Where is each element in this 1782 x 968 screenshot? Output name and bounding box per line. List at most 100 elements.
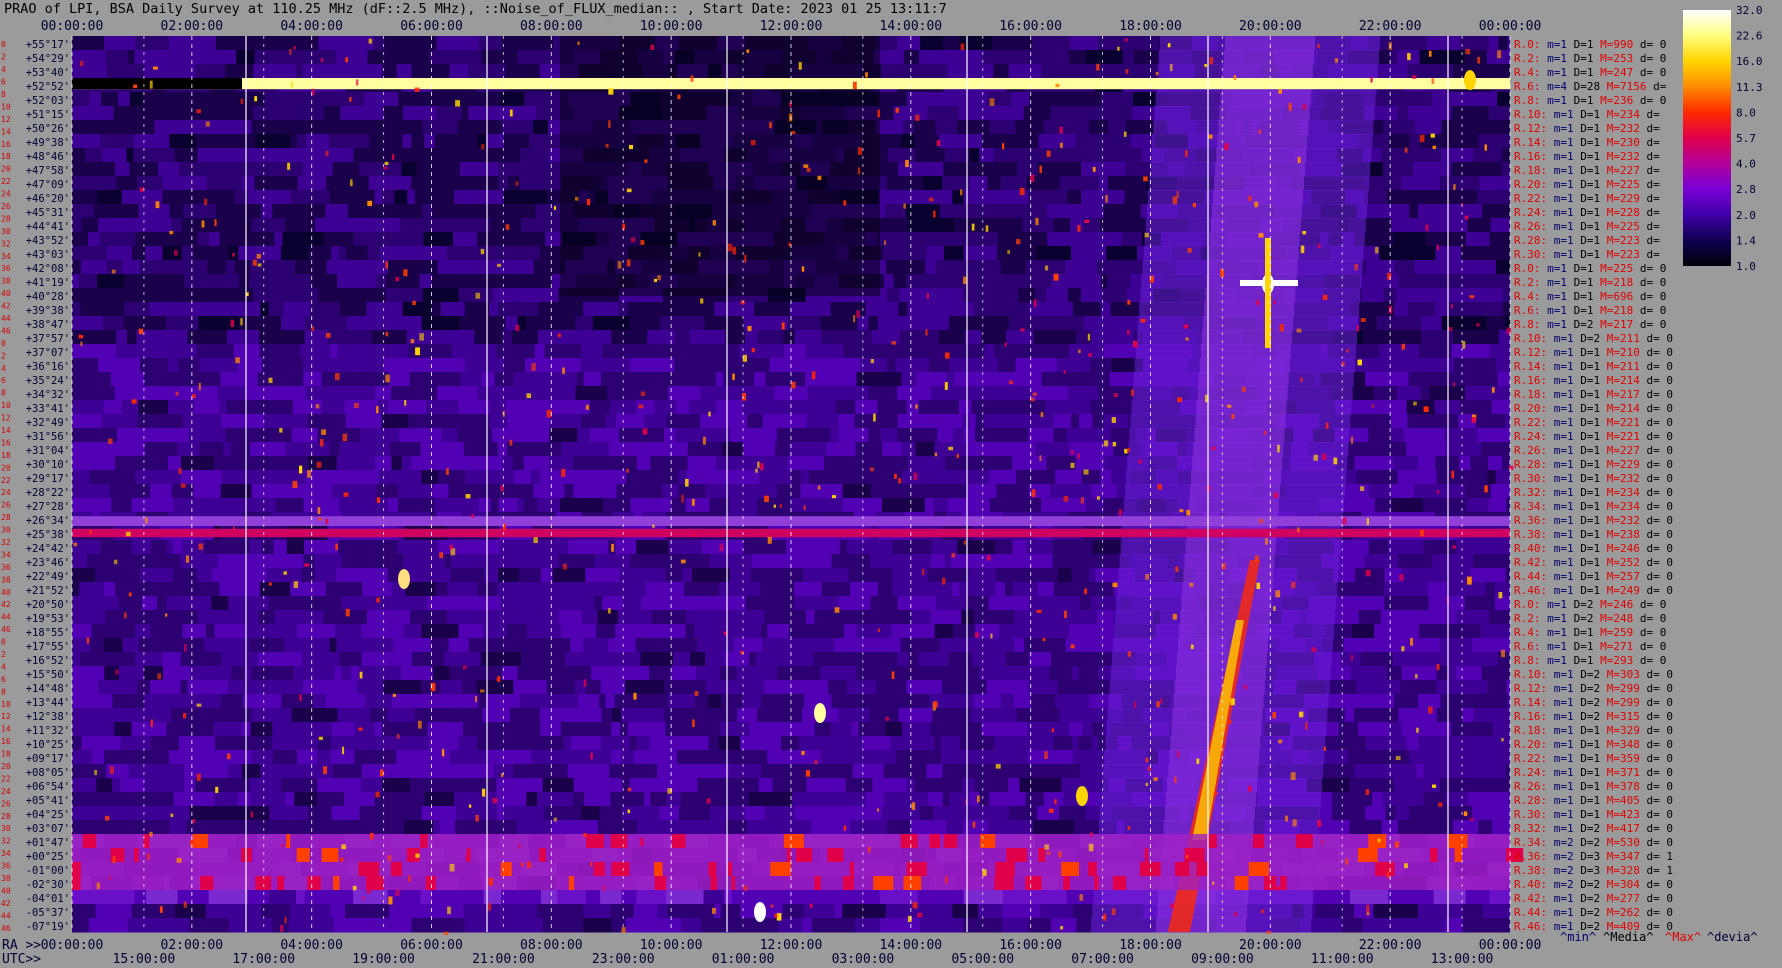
heatmap-cell <box>1025 792 1044 807</box>
stats-row: R.24: m=1 D=1 M=228 d= <box>1514 206 1660 219</box>
heatmap-cell <box>596 624 616 639</box>
stats-row: R.44: m=1 D=1 M=257 d= 0 <box>1514 570 1673 583</box>
heatmap-cell <box>235 428 245 443</box>
point-source <box>80 341 83 347</box>
point-source <box>404 400 407 406</box>
heatmap-cell <box>910 64 948 79</box>
milky-way-core <box>1188 498 1279 513</box>
stats-row: R.8: m=1 D=1 M=236 d= 0 <box>1514 94 1666 107</box>
point-source <box>350 179 353 187</box>
heatmap-cell <box>505 400 550 415</box>
point-source <box>843 200 847 206</box>
point-source <box>465 853 469 862</box>
point-source <box>611 543 614 552</box>
heatmap-cell <box>838 428 869 443</box>
heatmap-cell <box>1453 820 1479 835</box>
point-source <box>533 537 538 544</box>
point-source <box>1079 894 1084 901</box>
heatmap-cell <box>1488 106 1509 121</box>
point-source <box>1273 300 1276 304</box>
equatorial-cell <box>390 862 402 876</box>
heatmap-cell <box>687 456 717 471</box>
heatmap-cell <box>747 414 763 429</box>
beam-index-label: 32 <box>1 538 11 547</box>
point-source <box>1009 380 1013 385</box>
heatmap-cell <box>347 498 365 513</box>
point-source <box>691 532 697 537</box>
heatmap-cell <box>1472 274 1480 289</box>
heatmap-cell <box>1353 344 1380 359</box>
heatmap-cell <box>169 820 186 835</box>
heatmap-cell <box>211 596 229 611</box>
heatmap-cell <box>1006 652 1030 667</box>
heatmap-cell <box>342 554 371 569</box>
heatmap-cell <box>1420 386 1430 401</box>
heatmap-cell <box>1502 456 1510 471</box>
heatmap-cell <box>542 918 584 933</box>
heatmap-cell <box>133 134 170 149</box>
heatmap-cell <box>131 456 168 471</box>
equatorial-cell <box>1175 862 1190 876</box>
heatmap-cell <box>302 680 339 695</box>
heatmap-cell <box>852 470 886 485</box>
heatmap-cell <box>898 92 907 107</box>
point-source <box>1357 359 1362 366</box>
heatmap-cell <box>1001 162 1017 177</box>
heatmap-cell <box>1418 344 1452 359</box>
milky-way-core <box>1215 162 1306 177</box>
heatmap-cell <box>696 666 703 681</box>
heatmap-cell <box>433 820 440 835</box>
point-source <box>760 463 764 471</box>
heatmap-cell <box>601 736 631 751</box>
equatorial-cell <box>1038 848 1046 862</box>
heatmap-cell <box>420 890 433 905</box>
heatmap-cell <box>879 890 903 905</box>
heatmap-cell <box>1391 484 1415 499</box>
heatmap-cell <box>426 400 459 415</box>
heatmap-cell <box>903 120 914 135</box>
heatmap-cell <box>673 722 708 737</box>
heatmap-cell <box>915 778 955 793</box>
point-source <box>617 261 622 269</box>
heatmap-cell <box>742 400 753 415</box>
heatmap-cell <box>362 582 379 597</box>
point-source <box>1498 592 1503 599</box>
equatorial-cell <box>710 876 717 890</box>
heatmap-cell <box>72 302 81 317</box>
declination-label: +09°17' <box>26 753 70 765</box>
declination-label: +43°03' <box>26 249 70 261</box>
heatmap-cell <box>914 134 939 149</box>
heatmap-cell <box>1070 218 1083 233</box>
heatmap-cell <box>848 568 893 583</box>
heatmap-cell <box>710 344 739 359</box>
bright-source <box>1464 70 1476 90</box>
milky-way-core <box>1210 218 1301 233</box>
heatmap-cell <box>1107 274 1131 289</box>
point-source <box>125 531 131 537</box>
heatmap-cell <box>186 498 201 513</box>
heatmap-cell <box>183 204 216 219</box>
heatmap-cell <box>1012 498 1041 513</box>
heatmap-cell <box>72 722 91 737</box>
equatorial-cell <box>654 862 663 876</box>
heatmap-cell <box>886 358 896 373</box>
heatmap-cell <box>196 134 224 149</box>
heatmap-cell <box>184 764 228 779</box>
heatmap-cell <box>320 64 356 79</box>
heatmap-cell <box>97 274 125 289</box>
point-source <box>700 298 704 304</box>
point-source <box>1031 489 1036 497</box>
heatmap-cell <box>615 456 637 471</box>
stats-row: R.8: m=1 D=1 M=293 d= 0 <box>1514 654 1666 667</box>
heatmap-cell <box>927 232 967 247</box>
heatmap-cell <box>1041 372 1050 387</box>
heatmap-cell <box>112 778 121 793</box>
point-source <box>392 154 395 160</box>
heatmap-cell <box>885 904 911 919</box>
heatmap-cell <box>597 582 613 597</box>
heatmap-cell <box>1086 232 1123 247</box>
heatmap-cell <box>1453 330 1499 345</box>
heatmap-cell <box>529 638 571 653</box>
heatmap-cell <box>915 442 935 457</box>
point-source <box>1060 926 1064 930</box>
